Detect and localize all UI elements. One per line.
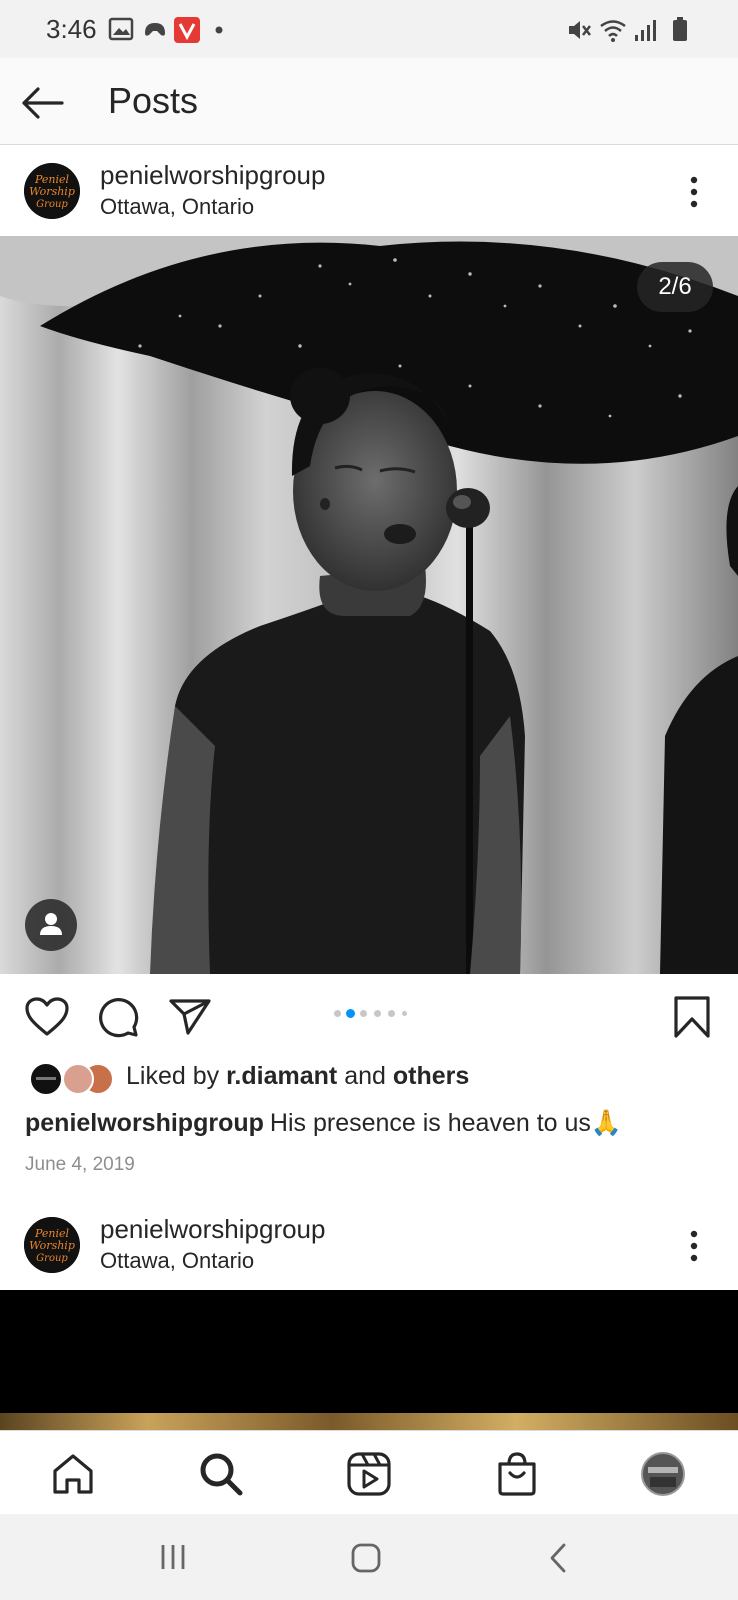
likes-text: Liked by r.diamant and others xyxy=(126,1062,470,1090)
mute-icon xyxy=(569,21,591,39)
caption-username[interactable]: penielworshipgroup xyxy=(25,1109,264,1137)
likes-row[interactable]: Liked by r.diamant and others xyxy=(0,1058,738,1098)
tagged-users-button[interactable] xyxy=(25,899,77,951)
game-controller-icon xyxy=(145,23,165,36)
notification-dot-icon xyxy=(215,26,223,34)
home-icon[interactable] xyxy=(50,1451,96,1497)
post-header: Peniel Worship Group penielworshipgroup … xyxy=(0,146,738,236)
status-bar: 3:46 xyxy=(0,0,738,58)
wifi-icon xyxy=(600,20,626,42)
more-options-icon[interactable] xyxy=(680,174,708,210)
post-date: June 4, 2019 xyxy=(25,1154,135,1175)
status-time: 3:46 xyxy=(46,14,97,44)
top-bar: Posts xyxy=(0,58,738,145)
post-image[interactable] xyxy=(0,1290,738,1430)
search-icon[interactable] xyxy=(198,1451,244,1497)
liker-avatars xyxy=(29,1062,114,1096)
app-v-icon xyxy=(174,17,200,43)
post-location[interactable]: Ottawa, Ontario xyxy=(100,194,254,220)
liked-others-link[interactable]: others xyxy=(393,1062,469,1090)
peniel-logo-icon: Peniel Worship Group xyxy=(24,163,80,219)
post-location[interactable]: Ottawa, Ontario xyxy=(100,1248,254,1274)
reels-icon[interactable] xyxy=(346,1451,392,1497)
carousel-dot-active xyxy=(346,1009,355,1018)
peniel-logo-icon: Peniel Worship Group xyxy=(24,1217,80,1273)
post-username[interactable]: penielworshipgroup xyxy=(100,1214,325,1245)
avatar[interactable]: Peniel Worship Group xyxy=(24,1217,80,1273)
system-nav-bar xyxy=(0,1514,738,1600)
bottom-nav xyxy=(0,1430,738,1515)
back-arrow-icon[interactable] xyxy=(20,80,66,126)
profile-avatar-icon[interactable] xyxy=(640,1451,686,1497)
svg-text:Worship: Worship xyxy=(29,185,75,198)
svg-text:Worship: Worship xyxy=(29,1239,75,1252)
svg-text:Group: Group xyxy=(36,199,68,210)
gallery-icon xyxy=(108,17,134,41)
post-image[interactable] xyxy=(0,236,738,974)
more-options-icon[interactable] xyxy=(680,1228,708,1264)
recent-apps-icon[interactable] xyxy=(158,1542,188,1572)
avatar[interactable]: Peniel Worship Group xyxy=(24,163,80,219)
svg-text:Group: Group xyxy=(36,1253,68,1264)
comment-icon[interactable] xyxy=(96,995,140,1039)
home-button-icon[interactable] xyxy=(350,1542,382,1574)
back-button-icon[interactable] xyxy=(546,1542,570,1574)
post-image-strip xyxy=(0,1413,738,1430)
heart-icon[interactable] xyxy=(24,996,70,1038)
post-header: Peniel Worship Group penielworshipgroup … xyxy=(0,1200,738,1290)
caption-text: His presence is heaven to us🙏 xyxy=(269,1109,623,1137)
liked-user-link[interactable]: r.diamant xyxy=(226,1062,337,1090)
post-caption: penielworshipgroup His presence is heaven… xyxy=(25,1109,622,1138)
post-username[interactable]: penielworshipgroup xyxy=(100,160,325,191)
person-icon xyxy=(40,913,62,935)
signal-icon xyxy=(635,20,656,41)
post-actions xyxy=(0,975,738,1059)
share-icon[interactable] xyxy=(168,997,212,1037)
carousel-dot xyxy=(374,1010,381,1017)
carousel-dot xyxy=(388,1010,395,1017)
bookmark-icon[interactable] xyxy=(672,995,712,1039)
carousel-dot xyxy=(402,1011,407,1016)
singer-photo xyxy=(0,236,738,974)
battery-icon xyxy=(673,17,687,41)
page-title: Posts xyxy=(108,80,199,121)
shop-icon[interactable] xyxy=(494,1451,540,1497)
carousel-dot xyxy=(360,1010,367,1017)
carousel-dot xyxy=(334,1010,341,1017)
carousel-counter: 2/6 xyxy=(637,262,713,312)
